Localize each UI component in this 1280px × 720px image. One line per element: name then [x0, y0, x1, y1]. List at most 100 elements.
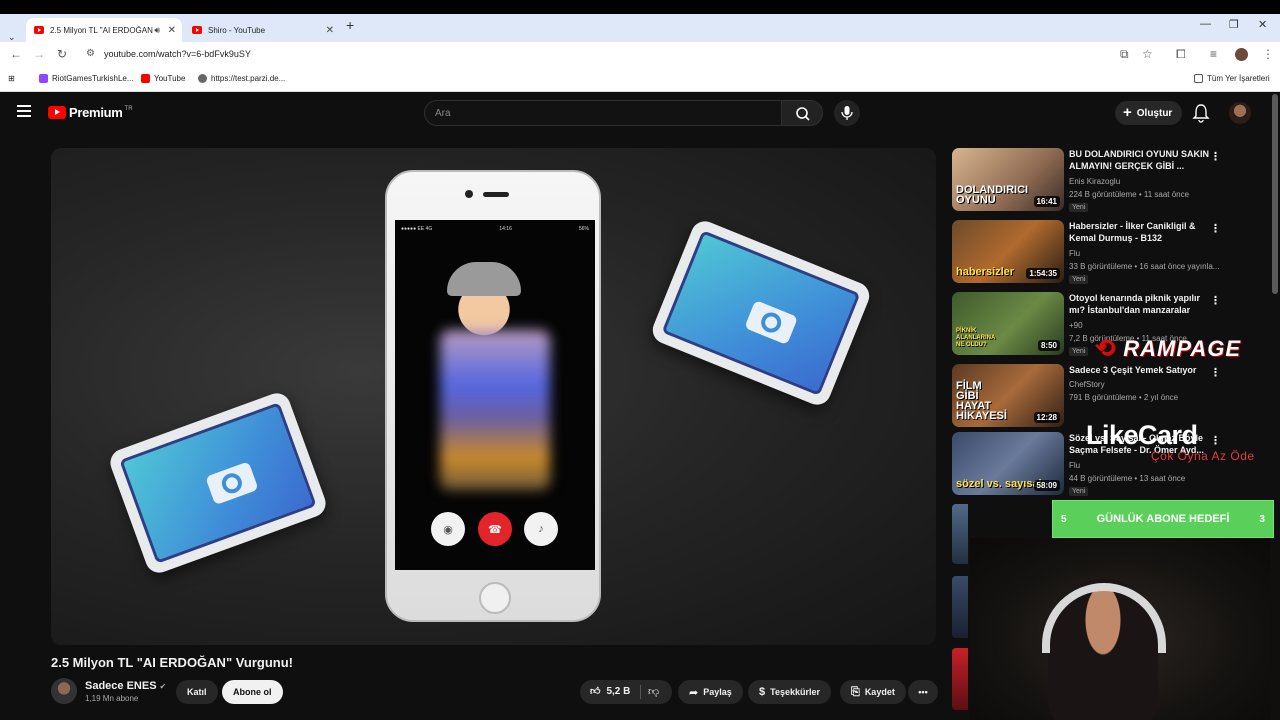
phone-status-bar: ●●●●● EE 4G 14:16 56%: [401, 226, 589, 232]
globe-icon: [198, 74, 207, 83]
logo-region: TR: [124, 105, 133, 112]
subscriber-goal-widget: 5 GÜNLÜK ABONE HEDEFİ 3: [1052, 500, 1274, 538]
thanks-icon: $: [759, 686, 766, 698]
new-badge: Yeni: [1069, 347, 1089, 356]
thanks-button[interactable]: $ Teşekkürler: [748, 680, 831, 704]
like-count: 5,2 B: [606, 685, 631, 697]
back-arrow-icon[interactable]: ←: [10, 47, 22, 61]
join-label: Katıl: [187, 687, 207, 697]
channel-name[interactable]: Flu: [1069, 461, 1080, 470]
recommendation-item[interactable]: DOLANDIRICI OYUNU 16:41 BU DOLANDIRICI O…: [952, 148, 1252, 212]
forward-arrow-icon[interactable]: →: [33, 47, 45, 61]
channel-name[interactable]: Enis Kirazoglu: [1069, 177, 1120, 186]
subscribe-button[interactable]: Abone ol: [222, 680, 283, 704]
partial-thumbnail[interactable]: [952, 504, 968, 564]
bookmark-parzi[interactable]: https://test.parzi.de...: [198, 74, 285, 83]
video-thumbnail[interactable]: sözel vs. sayısal 58:09: [952, 432, 1064, 495]
close-tab-icon[interactable]: ✕: [326, 25, 334, 36]
close-window-button[interactable]: ✕: [1258, 18, 1267, 31]
account-avatar[interactable]: [1229, 102, 1251, 124]
video-thumbnail[interactable]: habersizler 1:54:35: [952, 220, 1064, 283]
profile-avatar[interactable]: [1235, 48, 1248, 61]
more-options-icon[interactable]: ⋮: [1210, 222, 1221, 235]
restore-button[interactable]: ❐: [1229, 18, 1239, 31]
address-bar[interactable]: ⚙︎ youtube.com/watch?v=6-bdFvk9uSY: [78, 45, 1158, 65]
reload-icon[interactable]: ↻: [57, 47, 67, 61]
save-label: Kaydet: [864, 687, 895, 697]
chrome-menu-icon[interactable]: ⋮: [1262, 47, 1274, 61]
plus-icon: +: [1123, 104, 1132, 121]
site-info-icon[interactable]: ⚙︎: [86, 48, 95, 59]
microphone-icon: [841, 106, 853, 120]
more-icon: •••: [918, 687, 928, 697]
video-title[interactable]: Habersizler - İlker Canikligil & Kemal D…: [1069, 220, 1209, 244]
minimize-button[interactable]: —: [1200, 18, 1211, 30]
video-thumbnail[interactable]: FİLM GİBİ HAYAT HİKAYESİ 12:28: [952, 364, 1064, 427]
channel-name[interactable]: +90: [1069, 321, 1083, 330]
save-icon: ⎘: [851, 685, 860, 698]
bookmark-star-icon[interactable]: ☆: [1142, 47, 1153, 61]
partial-thumbnail[interactable]: [952, 648, 968, 710]
phone-screen: ●●●●● EE 4G 14:16 56% ◉ ☎ ♪: [395, 220, 595, 570]
phone-speaker: [483, 192, 509, 197]
tab-shiro[interactable]: Shiro - YouTube ✕: [184, 18, 340, 42]
verified-icon: ✔: [159, 682, 167, 691]
channel-name[interactable]: Flu: [1069, 249, 1080, 258]
video-thumbnail[interactable]: PİKNİK ALANLARINA NE OLDU? 8:50: [952, 292, 1064, 355]
recommendation-item[interactable]: habersizler 1:54:35 Habersizler - İlker …: [952, 220, 1252, 284]
notifications-bell-icon[interactable]: [1192, 103, 1210, 123]
view-meta: 33 B görüntüleme • 16 saat önce yayınla.…: [1069, 262, 1220, 271]
youtube-favicon-icon: [34, 26, 44, 34]
video-player[interactable]: ●●●●● EE 4G 14:16 56% ◉ ☎ ♪: [51, 148, 936, 645]
channel-avatar[interactable]: [51, 678, 77, 704]
hamburger-menu-icon[interactable]: [17, 105, 31, 117]
recommendation-item[interactable]: FİLM GİBİ HAYAT HİKAYESİ 12:28 Sadece 3 …: [952, 364, 1252, 428]
all-bookmarks[interactable]: Tüm Yer İşaretleri: [1194, 74, 1270, 83]
voice-search-button[interactable]: [834, 100, 860, 126]
video-title: 2.5 Milyon TL "AI ERDOĞAN" Vurgunu!: [51, 655, 293, 670]
create-label: Oluştur: [1136, 107, 1173, 119]
carrier-text: ●●●●● EE 4G: [401, 226, 433, 232]
tab-video[interactable]: 2.5 Milyon TL "AI ERDOĞAN 🔊︎ ✕: [26, 18, 182, 42]
likecard-logo: LikeCard Çok Oyna Az Öde: [1086, 420, 1255, 463]
youtube-icon: [141, 74, 150, 83]
thanks-label: Teşekkürler: [770, 687, 820, 697]
page-scrollbar[interactable]: [1272, 94, 1278, 294]
search-button[interactable]: [781, 100, 823, 126]
cartoon-cap: [447, 262, 521, 296]
youtube-premium-logo[interactable]: Premium TR: [48, 105, 133, 120]
bookmark-riot[interactable]: RiotGamesTurkishLe...: [39, 74, 134, 83]
video-title[interactable]: BU DOLANDIRICI OYUNU SAKIN ALMAYIN! GERÇ…: [1069, 148, 1209, 172]
join-button[interactable]: Katıl: [176, 680, 218, 704]
more-actions-button[interactable]: •••: [908, 680, 938, 704]
like-button[interactable]: 👍︎ 5,2 B: [590, 685, 631, 698]
search-input[interactable]: Ara: [424, 100, 782, 126]
blurred-figure: [440, 330, 550, 490]
save-button[interactable]: ⎘ Kaydet: [840, 680, 906, 704]
media-control-icon[interactable]: ≡: [1210, 47, 1217, 61]
close-tab-icon[interactable]: ✕: [168, 25, 176, 36]
apps-grid-icon[interactable]: ⊞: [8, 74, 15, 83]
video-thumbnail[interactable]: DOLANDIRICI OYUNU 16:41: [952, 148, 1064, 211]
thumbnail-text: FİLM GİBİ HAYAT HİKAYESİ: [956, 380, 1007, 422]
channel-name[interactable]: Sadece ENES ✔: [85, 680, 166, 692]
dislike-button[interactable]: 👎︎: [648, 685, 659, 698]
youtube-favicon-icon: [192, 26, 202, 34]
more-options-icon[interactable]: ⋮: [1210, 150, 1221, 163]
tab-title: Shiro - YouTube: [208, 25, 266, 35]
bookmark-youtube[interactable]: YouTube: [141, 74, 185, 83]
video-title[interactable]: Sadece 3 Çeşit Yemek Satıyor: [1069, 364, 1209, 376]
subscribe-label: Abone ol: [233, 687, 272, 697]
new-tab-button[interactable]: +: [346, 17, 354, 33]
channel-name[interactable]: ChefStory: [1069, 380, 1105, 389]
speaker-icon[interactable]: 🔊︎: [154, 25, 160, 36]
create-button[interactable]: + Oluştur: [1115, 101, 1183, 125]
more-options-icon[interactable]: ⋮: [1210, 366, 1221, 379]
partial-thumbnail[interactable]: [952, 576, 968, 638]
install-app-icon[interactable]: ⧉: [1120, 47, 1129, 62]
more-options-icon[interactable]: ⋮: [1210, 294, 1221, 307]
extensions-icon[interactable]: ⧠: [1176, 47, 1186, 62]
share-button[interactable]: ➦ Paylaş: [678, 680, 743, 704]
duration-badge: 58:09: [1033, 480, 1060, 491]
video-title[interactable]: Otoyol kenarında piknik yapılır mı? İsta…: [1069, 292, 1209, 316]
